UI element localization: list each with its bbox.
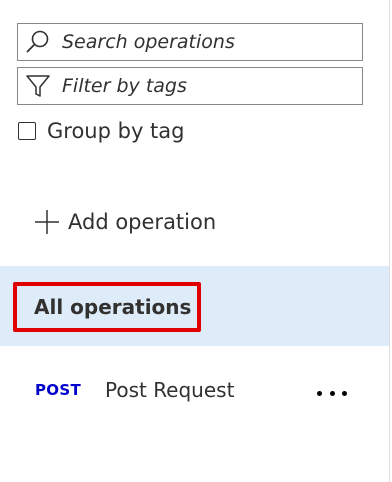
group-by-tag-checkbox[interactable] — [18, 122, 36, 140]
all-operations-item[interactable]: All operations — [0, 266, 389, 346]
more-dot — [329, 390, 335, 396]
plus-icon — [34, 209, 60, 235]
filter-field[interactable] — [17, 67, 363, 105]
more-icon[interactable] — [314, 386, 350, 400]
group-by-tag-row[interactable]: Group by tag — [18, 117, 184, 145]
operations-panel: Group by tag Add operation All operation… — [0, 0, 392, 482]
all-operations-label: All operations — [34, 295, 192, 319]
operation-row[interactable]: POST Post Request — [0, 370, 389, 410]
add-operation-button[interactable]: Add operation — [34, 204, 216, 240]
operation-name: Post Request — [104, 378, 235, 402]
add-operation-label: Add operation — [68, 210, 217, 234]
search-field[interactable] — [17, 23, 363, 61]
filter-input[interactable] — [58, 75, 352, 97]
more-dot — [317, 390, 322, 396]
group-by-tag-label: Group by tag — [47, 119, 185, 143]
panel-divider — [389, 0, 390, 482]
search-icon — [18, 24, 58, 60]
search-input[interactable] — [58, 31, 352, 53]
http-method-badge: POST — [35, 381, 81, 399]
more-dot — [342, 390, 347, 396]
filter-icon — [18, 68, 58, 104]
